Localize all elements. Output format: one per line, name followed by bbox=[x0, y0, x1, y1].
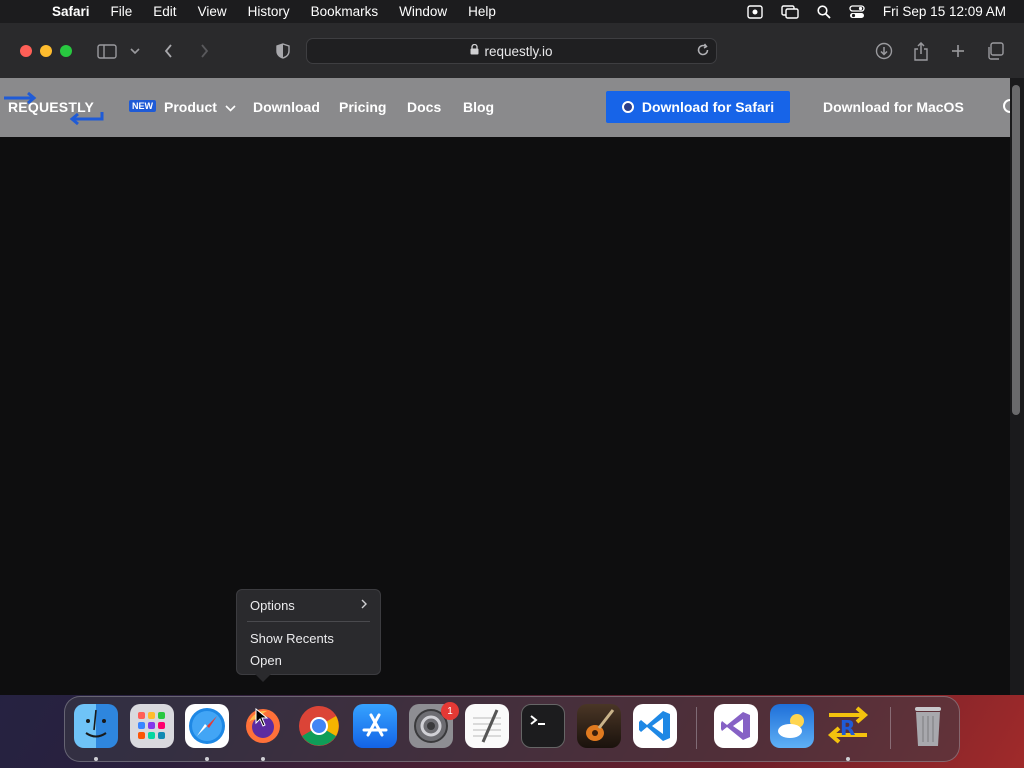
nav-docs[interactable]: Docs bbox=[407, 99, 441, 115]
context-menu-options[interactable]: Options bbox=[250, 598, 295, 613]
dock-separator bbox=[890, 707, 891, 749]
tab-group-chevron-icon[interactable] bbox=[124, 40, 146, 62]
dock-requestly-icon[interactable]: R bbox=[822, 704, 874, 748]
nav-product[interactable]: Product bbox=[164, 99, 236, 115]
dock-garageband-icon[interactable] bbox=[577, 704, 621, 748]
screen-mirroring-icon[interactable] bbox=[781, 4, 799, 19]
dock-finder-icon[interactable] bbox=[74, 704, 118, 748]
dock-terminal-icon[interactable] bbox=[521, 704, 565, 748]
safari-window: requestly.io REQUESTLY NEW Product Downl… bbox=[0, 23, 1024, 695]
close-window-button[interactable] bbox=[20, 45, 32, 57]
dock-separator bbox=[696, 707, 697, 749]
menu-file[interactable]: File bbox=[111, 4, 133, 19]
dock-context-menu: Options Show Recents Open bbox=[236, 589, 381, 675]
page-content bbox=[0, 137, 1010, 695]
dock: R bbox=[64, 696, 960, 762]
menu-clock[interactable]: Fri Sep 15 12:09 AM bbox=[883, 4, 1006, 19]
scrollbar-thumb[interactable] bbox=[1012, 85, 1020, 415]
dock-visual-studio-icon[interactable] bbox=[714, 704, 758, 748]
menu-history[interactable]: History bbox=[248, 4, 290, 19]
address-bar[interactable]: requestly.io bbox=[306, 38, 717, 64]
running-indicator bbox=[205, 757, 209, 761]
dock-chrome-icon[interactable] bbox=[297, 704, 341, 748]
download-safari-label: Download for Safari bbox=[641, 99, 775, 115]
spotlight-search-icon[interactable] bbox=[817, 4, 831, 19]
share-icon[interactable] bbox=[910, 40, 932, 62]
privacy-shield-icon[interactable] bbox=[272, 40, 294, 62]
running-indicator bbox=[261, 757, 265, 761]
nav-product-label: Product bbox=[164, 99, 217, 115]
chevron-down-icon bbox=[225, 105, 236, 112]
menu-help[interactable]: Help bbox=[468, 4, 496, 19]
svg-text:R: R bbox=[840, 716, 855, 740]
lock-icon bbox=[470, 43, 479, 58]
sidebar-toggle-icon[interactable] bbox=[96, 40, 118, 62]
nav-download[interactable]: Download bbox=[253, 99, 320, 115]
context-menu-show-recents[interactable]: Show Recents bbox=[250, 631, 334, 646]
url-text: requestly.io bbox=[484, 43, 553, 59]
chevron-right-icon bbox=[361, 598, 367, 612]
safari-compass-icon bbox=[621, 101, 634, 113]
downloads-icon[interactable] bbox=[873, 40, 895, 62]
logo-text[interactable]: REQUESTLY bbox=[8, 99, 94, 115]
zoom-window-button[interactable] bbox=[60, 45, 72, 57]
nav-pricing[interactable]: Pricing bbox=[339, 99, 386, 115]
download-macos-label: Download for MacOS bbox=[823, 99, 964, 115]
menu-separator bbox=[247, 621, 370, 622]
new-tab-icon[interactable] bbox=[947, 40, 969, 62]
download-macos-button[interactable]: Download for MacOS bbox=[815, 99, 964, 115]
menu-bookmarks[interactable]: Bookmarks bbox=[311, 4, 379, 19]
running-indicator bbox=[846, 757, 850, 761]
menu-edit[interactable]: Edit bbox=[153, 4, 176, 19]
context-menu-pointer bbox=[255, 674, 271, 682]
nav-blog[interactable]: Blog bbox=[463, 99, 494, 115]
menu-view[interactable]: View bbox=[198, 4, 227, 19]
dock-app-store-icon[interactable] bbox=[353, 704, 397, 748]
screen-record-icon[interactable] bbox=[747, 4, 763, 19]
reload-icon[interactable] bbox=[696, 43, 710, 60]
dock-safari-icon[interactable] bbox=[185, 704, 229, 748]
mouse-pointer-icon bbox=[255, 708, 269, 727]
download-safari-button[interactable]: Download for Safari bbox=[606, 91, 790, 123]
minimize-window-button[interactable] bbox=[40, 45, 52, 57]
back-icon[interactable] bbox=[157, 40, 179, 62]
menu-bar: Safari File Edit View History Bookmarks … bbox=[0, 0, 1024, 23]
context-menu-open[interactable]: Open bbox=[250, 653, 282, 668]
new-badge: NEW bbox=[129, 100, 156, 112]
tab-overview-icon[interactable] bbox=[984, 40, 1006, 62]
menu-window[interactable]: Window bbox=[399, 4, 447, 19]
site-navbar: REQUESTLY NEW Product Download Pricing D… bbox=[0, 78, 1010, 137]
forward-icon[interactable] bbox=[193, 40, 215, 62]
running-indicator bbox=[94, 757, 98, 761]
dock-weather-icon[interactable] bbox=[770, 704, 814, 748]
dock-textedit-icon[interactable] bbox=[465, 704, 509, 748]
notification-badge: 1 bbox=[441, 702, 459, 720]
nav-overflow-icon[interactable] bbox=[1002, 97, 1010, 115]
control-center-icon[interactable] bbox=[849, 4, 865, 19]
dock-launchpad-icon[interactable] bbox=[130, 704, 174, 748]
browser-toolbar: requestly.io bbox=[0, 23, 1024, 79]
dock-trash-icon[interactable] bbox=[906, 704, 950, 748]
dock-vscode-icon[interactable] bbox=[633, 704, 677, 748]
menu-app-name[interactable]: Safari bbox=[52, 4, 90, 19]
